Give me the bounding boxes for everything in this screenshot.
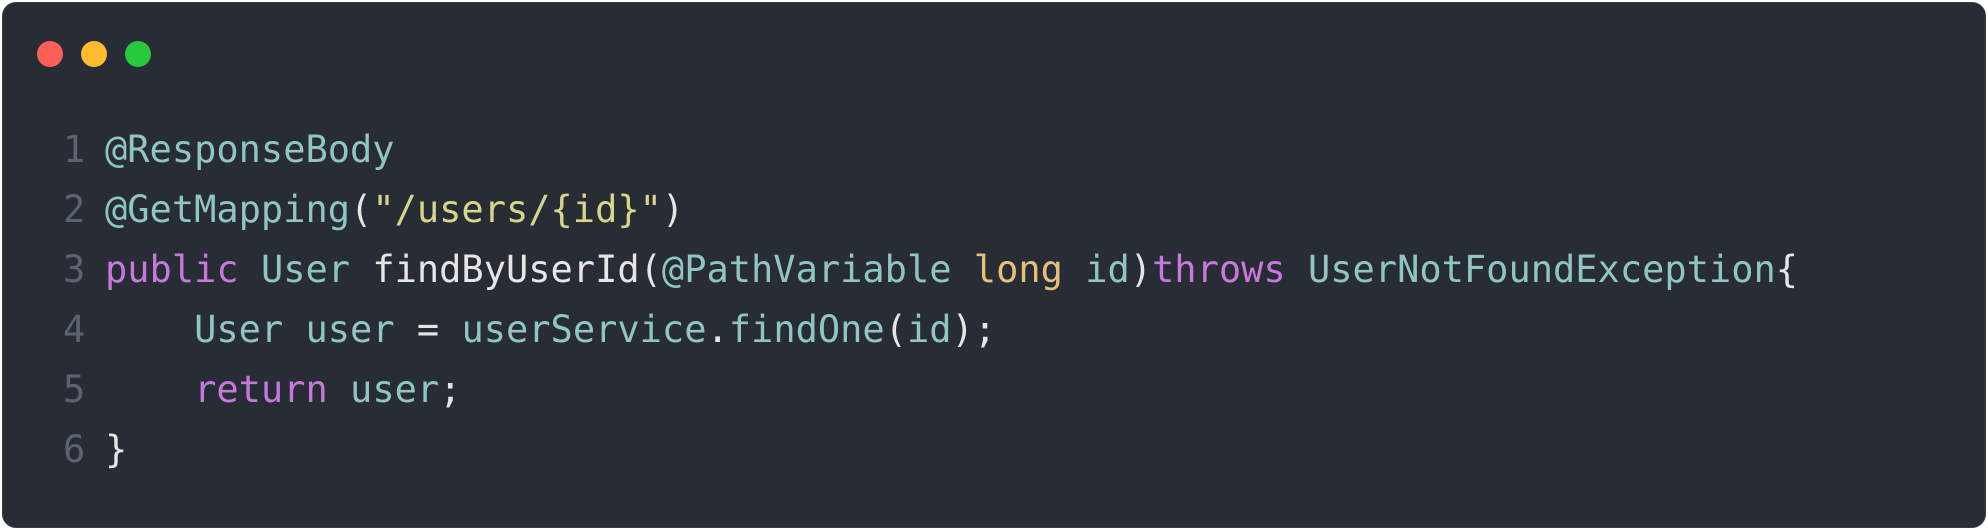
close-button[interactable] [37, 41, 63, 67]
code-token: . [706, 308, 729, 351]
line-content: @ResponseBody [105, 120, 395, 180]
code-token: ); [951, 308, 997, 351]
code-token: user [350, 368, 440, 411]
code-token: findOne [728, 308, 885, 351]
line-content: public User findByUserId(@PathVariable l… [105, 240, 1798, 300]
code-token: throws [1152, 248, 1286, 291]
code-token: id [906, 308, 952, 351]
line-number: 5 [63, 368, 86, 411]
code-window: 1 @ResponseBody 2 @GetMapping("/users/{id}"… [2, 2, 1986, 528]
line-content: } [105, 420, 127, 480]
line-number: 2 [63, 188, 86, 231]
line-content: @GetMapping("/users/{id}") [105, 180, 684, 240]
code-token: @PathVariable [661, 248, 952, 291]
code-token: = [394, 308, 462, 351]
code-token: UserNotFoundException [1307, 248, 1776, 291]
code-token: userService [461, 308, 707, 351]
line-content: return user; [105, 360, 461, 420]
code-token: { [1775, 248, 1799, 291]
code-token: User [260, 248, 351, 291]
code-token: ) [1129, 248, 1153, 291]
line-number: 6 [63, 428, 86, 471]
line-number: 4 [63, 308, 86, 351]
line-number: 3 [63, 248, 86, 291]
code-block: 1 @ResponseBody 2 @GetMapping("/users/{id}"… [63, 120, 1798, 480]
code-token: id [1085, 248, 1130, 291]
minimize-button[interactable] [81, 41, 107, 67]
line-content: User user = userService.findOne(id); [105, 300, 996, 360]
code-token: } [105, 428, 128, 471]
code-token: ( [884, 308, 907, 351]
code-token: @GetMapping [105, 188, 351, 231]
code-token: public [105, 248, 239, 291]
code-line: 2 @GetMapping("/users/{id}") [63, 180, 1798, 240]
code-line: 5 return user; [63, 360, 1798, 420]
line-number: 1 [63, 128, 86, 171]
code-line: 6} [63, 420, 1798, 480]
code-line: 1 @ResponseBody [63, 120, 1798, 180]
code-token: "/users/{id}" [372, 188, 662, 231]
maximize-button[interactable] [125, 41, 151, 67]
code-token: user [305, 308, 395, 351]
code-token: findByUserId( [350, 248, 662, 291]
code-token: long [973, 248, 1063, 291]
code-line: 3 public User findByUserId(@PathVariable … [63, 240, 1798, 300]
code-token: User [194, 308, 284, 351]
code-token: ( [350, 188, 373, 231]
code-token: ; [439, 368, 462, 411]
code-token: @ResponseBody [105, 128, 395, 171]
code-token: ) [661, 188, 685, 231]
code-line: 4 User user = userService.findOne(id); [63, 300, 1798, 360]
code-token: return [194, 368, 328, 411]
window-controls [37, 41, 151, 67]
